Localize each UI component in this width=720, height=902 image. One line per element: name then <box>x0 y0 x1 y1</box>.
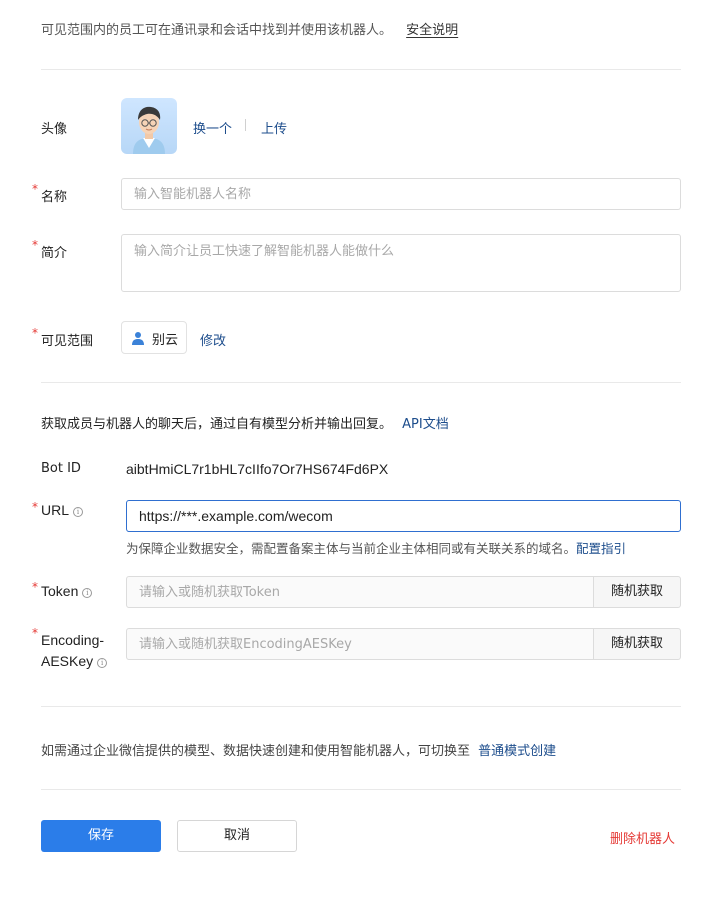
switch-mode-description: 如需通过企业微信提供的模型、数据快速创建和使用智能机器人，可切换至 <box>41 744 471 759</box>
url-label: URL i <box>41 502 84 518</box>
aes-label-line2: AESKey <box>41 653 94 669</box>
bot-id-value: aibtHmiCL7r1bHL7cIIfo7Or7HS674Fd6PX <box>126 461 389 477</box>
api-doc-link[interactable]: API文档 <box>402 417 449 432</box>
switch-mode-text: 如需通过企业微信提供的模型、数据快速创建和使用智能机器人，可切换至 普通模式创建 <box>41 740 556 759</box>
save-button[interactable]: 保存 <box>41 820 161 852</box>
intro-textarea[interactable] <box>121 234 681 292</box>
api-description: 获取成员与机器人的聊天后，通过自有模型分析并输出回复。 API文档 <box>41 413 449 432</box>
aes-label-line1: Encoding- <box>41 632 105 648</box>
token-input[interactable] <box>126 576 594 608</box>
required-mark: * <box>32 626 38 640</box>
user-icon <box>132 332 144 345</box>
notice-label: 可见范围内的员工可在通讯录和会话中找到并使用该机器人。 <box>41 23 393 38</box>
required-mark: * <box>32 326 38 340</box>
required-mark: * <box>32 500 38 514</box>
bot-id-label: Bot ID <box>41 461 81 476</box>
divider <box>41 789 681 790</box>
name-input[interactable] <box>121 178 681 210</box>
divider <box>41 382 681 383</box>
scope-member-name: 别云 <box>152 333 179 348</box>
url-hint-text: 为保障企业数据安全，需配置备案主体与当前企业主体相同或有关联关系的域名。 <box>126 541 577 556</box>
token-label-text: Token <box>41 583 79 599</box>
aes-input[interactable] <box>126 628 594 660</box>
info-icon[interactable]: i <box>73 507 84 517</box>
cancel-button[interactable]: 取消 <box>177 820 297 852</box>
avatar[interactable] <box>121 98 177 154</box>
url-input[interactable] <box>126 500 681 532</box>
required-mark: * <box>32 580 38 594</box>
required-mark: * <box>32 182 38 196</box>
normal-mode-link[interactable]: 普通模式创建 <box>478 744 556 759</box>
aes-random-button[interactable]: 随机获取 <box>593 628 681 660</box>
required-mark: * <box>32 238 38 252</box>
link-separator <box>245 119 246 131</box>
token-label: Token i <box>41 583 93 599</box>
person-avatar-icon <box>133 106 165 154</box>
config-guide-link[interactable]: 配置指引 <box>576 541 626 556</box>
notice-text: 可见范围内的员工可在通讯录和会话中找到并使用该机器人。 安全说明 <box>41 19 458 38</box>
url-hint: 为保障企业数据安全，需配置备案主体与当前企业主体相同或有关联关系的域名。配置指引 <box>126 538 626 557</box>
api-description-text: 获取成员与机器人的聊天后，通过自有模型分析并输出回复。 <box>41 417 393 432</box>
info-icon[interactable]: i <box>82 588 93 598</box>
scope-edit-link[interactable]: 修改 <box>200 330 226 349</box>
security-info-link[interactable]: 安全说明 <box>406 23 458 38</box>
token-random-button[interactable]: 随机获取 <box>593 576 681 608</box>
upload-avatar-link[interactable]: 上传 <box>261 118 287 137</box>
delete-bot-link[interactable]: 删除机器人 <box>610 828 675 847</box>
name-label: 名称 <box>41 190 68 205</box>
url-label-text: URL <box>41 502 70 518</box>
aes-label: Encoding- AESKey i <box>41 630 108 672</box>
avatar-label: 头像 <box>41 122 68 137</box>
scope-member-chip: 别云 <box>121 321 187 354</box>
change-avatar-link[interactable]: 换一个 <box>193 118 232 137</box>
divider <box>41 706 681 707</box>
info-icon[interactable]: i <box>97 658 108 668</box>
intro-label: 简介 <box>41 246 68 261</box>
aes-label-line2-wrap: AESKey i <box>41 651 108 672</box>
scope-label: 可见范围 <box>41 334 94 349</box>
divider <box>41 69 681 70</box>
